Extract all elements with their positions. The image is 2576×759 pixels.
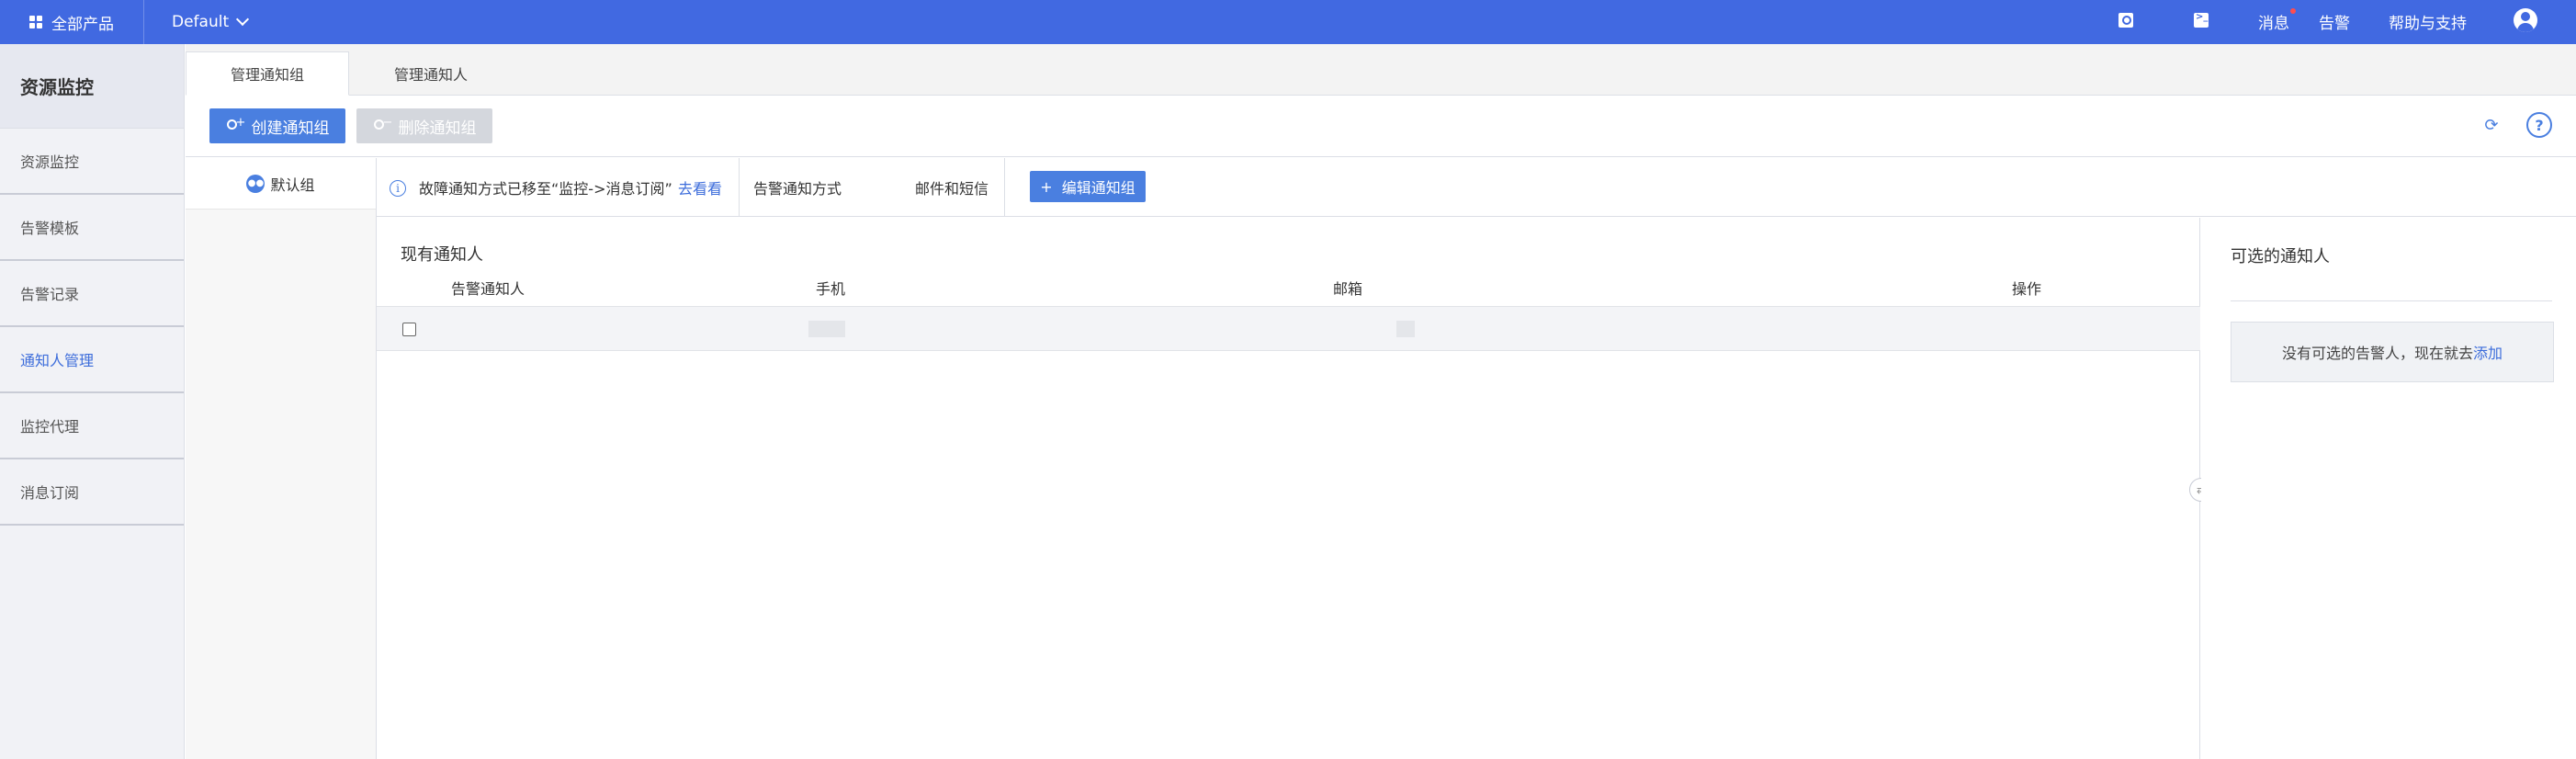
group-item-default[interactable]: ●● 默认组 [186, 158, 376, 210]
tab-manage-notifiers[interactable]: 管理通知人 [349, 51, 513, 96]
divider [1004, 158, 1005, 217]
current-notifiers-title: 现有通知人 [401, 245, 483, 265]
empty-state-text: 没有可选的告警人，现在就去 [2281, 345, 2473, 362]
notice-link[interactable]: 去看看 [678, 176, 722, 198]
refresh-button[interactable]: ⟳ [2479, 112, 2504, 138]
create-group-label: 创建通知组 [251, 119, 330, 138]
notify-method-label: 告警通知方式 [753, 180, 842, 198]
current-notifiers-panel: 现有通知人 告警通知人 手机 邮箱 操作 [377, 218, 2200, 759]
messages-link[interactable]: 消息 [2258, 8, 2296, 33]
user-add-icon [226, 116, 245, 133]
column-header-phone: 手机 [816, 280, 846, 298]
column-header-actions: 操作 [2012, 280, 2042, 298]
top-nav-bar: 全部产品 Default 消息 告警 帮助与支持 [0, 0, 2576, 44]
notify-method-value: 邮件和短信 [915, 180, 989, 198]
sidebar-item-monitor-agent[interactable]: 监控代理 [0, 393, 184, 459]
grid-icon [29, 16, 42, 28]
terminal-icon [2194, 12, 2209, 28]
sidebar-item-resource-monitor[interactable]: 资源监控 [0, 129, 184, 195]
toolbar: 创建通知组 删除通知组 ⟳ ? [186, 96, 2576, 157]
sidebar-item-alarm-template[interactable]: 告警模板 [0, 195, 184, 261]
region-label: Default [172, 13, 230, 31]
search-tool-button[interactable] [2117, 11, 2135, 29]
user-remove-icon [373, 116, 392, 133]
terminal-tool-button[interactable] [2192, 11, 2210, 29]
chevron-down-icon [236, 12, 250, 27]
table-row [377, 307, 2200, 351]
search-icon [2118, 13, 2133, 28]
delete-group-button[interactable]: 删除通知组 [356, 108, 492, 143]
tab-bar: 管理通知组 管理通知人 [186, 44, 2576, 96]
user-avatar-icon[interactable] [2514, 8, 2537, 32]
help-button[interactable]: ? [2526, 112, 2552, 138]
empty-state: 没有可选的告警人，现在就去 添加 [2231, 322, 2554, 382]
group-info-bar: i 故障通知方式已移至“监控->消息订阅” 去看看 告警通知方式 邮件和短信 +… [377, 158, 2576, 217]
all-products-menu[interactable]: 全部产品 [0, 0, 144, 44]
alarms-link[interactable]: 告警 [2319, 10, 2350, 33]
notice-text: 故障通知方式已移至“监控->消息订阅” [419, 180, 672, 198]
divider [739, 158, 740, 217]
phone-cell-placeholder [808, 321, 845, 337]
all-products-label: 全部产品 [51, 15, 114, 34]
available-notifiers-panel: 可选的通知人 没有可选的告警人，现在就去 添加 [2201, 218, 2576, 759]
email-cell-placeholder [1396, 321, 1415, 337]
edit-group-label: 编辑通知组 [1061, 179, 1135, 197]
refresh-icon: ⟳ [2484, 115, 2499, 135]
help-support-link[interactable]: 帮助与支持 [2389, 10, 2467, 33]
sidebar-title: 资源监控 [0, 44, 184, 129]
column-header-email: 邮箱 [1333, 280, 1363, 298]
create-group-button[interactable]: 创建通知组 [209, 108, 345, 143]
available-notifiers-title: 可选的通知人 [2231, 247, 2330, 266]
plus-icon: + [1040, 177, 1053, 196]
delete-group-label: 删除通知组 [398, 119, 477, 138]
sidebar: 资源监控 资源监控 告警模板 告警记录 通知人管理 监控代理 消息订阅 [0, 44, 185, 759]
unread-dot [2290, 8, 2296, 14]
row-checkbox[interactable] [402, 323, 416, 336]
panel-divider [2231, 300, 2552, 301]
group-label: 默认组 [270, 176, 315, 194]
info-icon: i [390, 180, 406, 197]
column-header-notifier: 告警通知人 [451, 280, 525, 298]
edit-group-button[interactable]: + 编辑通知组 [1030, 171, 1146, 202]
help-icon: ? [2535, 116, 2544, 134]
group-icon: ●● [246, 174, 266, 193]
group-list: ●● 默认组 [186, 158, 377, 759]
sidebar-item-notifier-management[interactable]: 通知人管理 [0, 327, 184, 393]
region-selector[interactable]: Default [172, 12, 250, 31]
sidebar-item-alarm-records[interactable]: 告警记录 [0, 261, 184, 327]
tab-manage-groups[interactable]: 管理通知组 [186, 51, 349, 96]
add-notifier-link[interactable]: 添加 [2473, 341, 2503, 363]
sidebar-item-message-subscription[interactable]: 消息订阅 [0, 459, 184, 526]
